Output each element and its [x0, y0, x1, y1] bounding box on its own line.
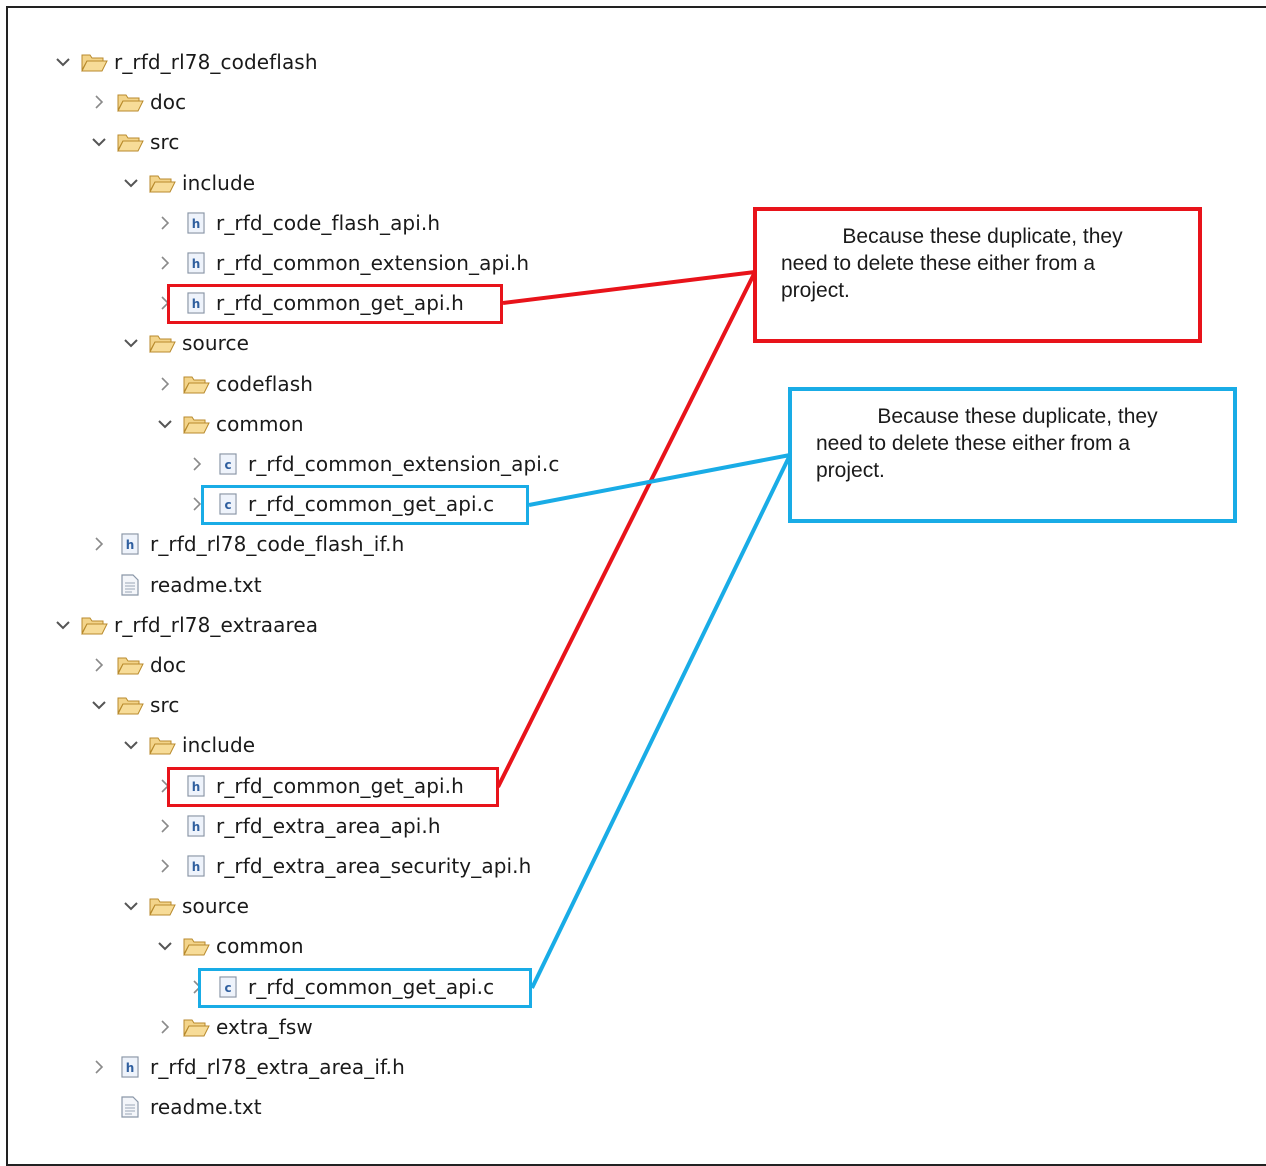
callout-line-2: need to delete these either from a: [816, 432, 1131, 455]
callout-line-2: need to delete these either from a: [781, 252, 1096, 275]
callout-line-1: Because these duplicate, they: [842, 225, 1123, 248]
callout-line-3: project.: [816, 459, 885, 482]
red-connector-top: [502, 270, 756, 305]
callout-duplicate-sources: Because these duplicate, they need to de…: [788, 387, 1237, 523]
callout-line-1: Because these duplicate, they: [877, 405, 1158, 428]
callout-line-3: project.: [781, 279, 850, 302]
blue-connector-bottom: [530, 454, 792, 989]
connector-lines: [496, 270, 792, 989]
callout-duplicate-headers: Because these duplicate, they need to de…: [753, 207, 1202, 343]
red-connector-bottom: [496, 271, 757, 788]
